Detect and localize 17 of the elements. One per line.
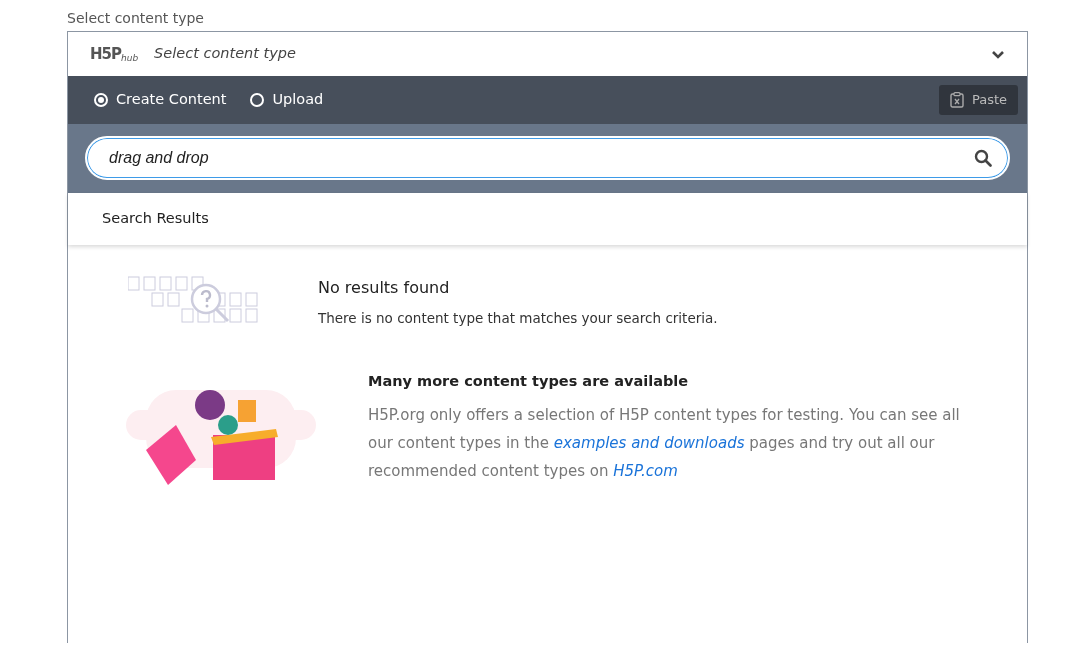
- no-results-text: There is no content type that matches your search criteria.: [318, 309, 718, 328]
- promo-title: Many more content types are available: [368, 372, 690, 391]
- paste-button[interactable]: Paste: [938, 85, 1018, 115]
- mode-radio[interactable]: Create Content: [94, 89, 227, 111]
- examples-link[interactable]: examples and downloads: [553, 433, 745, 452]
- search-field[interactable]: drag and drop: [85, 136, 1010, 180]
- no-results-title: No results found: [318, 277, 451, 299]
- h5p-link[interactable]: H5P.com: [613, 461, 678, 480]
- results-tab[interactable]: Search Results: [102, 208, 209, 230]
- search-icon: [974, 149, 992, 167]
- promo-text: H5P.org only offers a selection of H5P content types for testing. You can see all our content types in the examples and downloads pages and try out all our recommended content types on H5P.com: [368, 404, 961, 482]
- field-label: Select content type: [67, 9, 205, 27]
- header-title: Select content type: [154, 44, 296, 64]
- clipboard-icon: [949, 92, 964, 108]
- dropdown-header[interactable]: H5P$_{hub}$ Select content type: [68, 32, 1027, 76]
- mode-radio[interactable]: Upload: [250, 89, 324, 111]
- logo: H5P$_{hub}$: [90, 43, 139, 65]
